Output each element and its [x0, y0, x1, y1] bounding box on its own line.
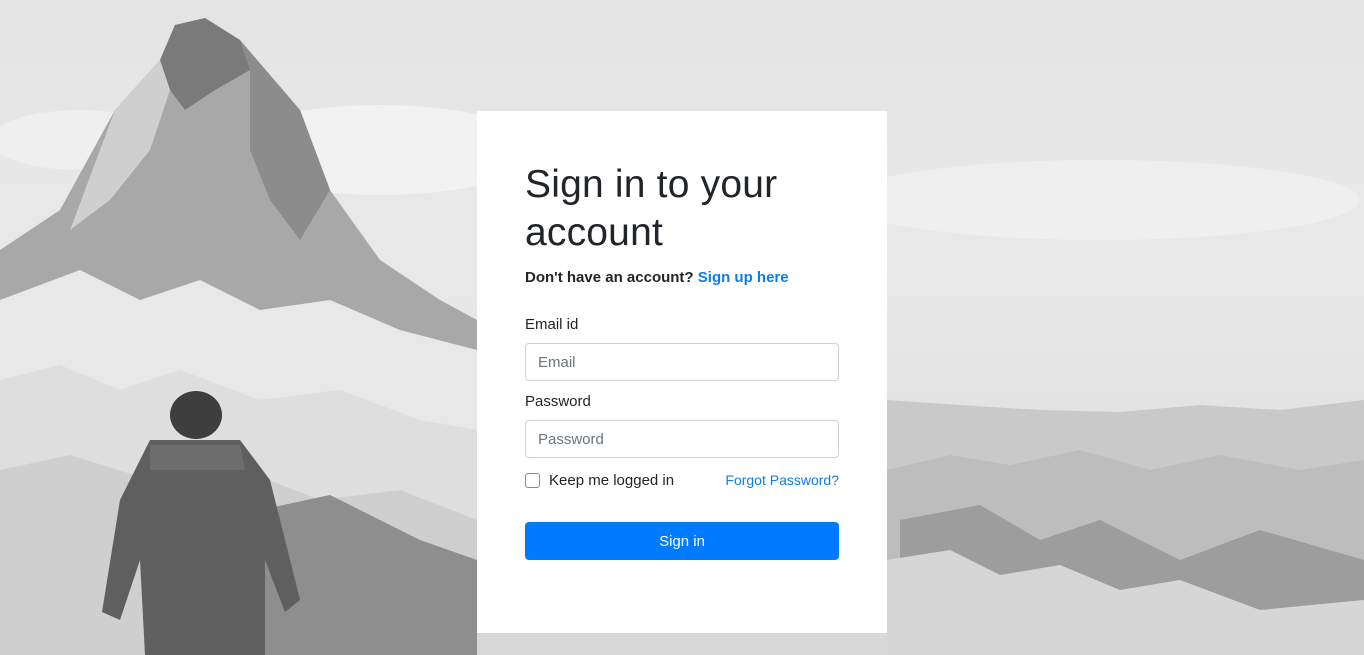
password-field[interactable] — [525, 420, 839, 458]
sign-in-button[interactable]: Sign in — [525, 522, 839, 560]
keep-logged-in[interactable]: Keep me logged in — [525, 472, 674, 489]
keep-logged-in-label: Keep me logged in — [549, 471, 675, 489]
forgot-password-link[interactable]: Forgot Password? — [725, 472, 839, 488]
keep-logged-in-checkbox[interactable] — [525, 472, 540, 488]
signup-prompt: Don't have an account? Sign up here — [525, 269, 839, 286]
email-field[interactable] — [525, 343, 839, 381]
login-card: Sign in to your account Don't have an ac… — [477, 111, 887, 633]
email-label: Email id — [525, 316, 579, 333]
password-label: Password — [525, 393, 591, 410]
signup-prompt-text: Don't have an account? — [525, 269, 694, 286]
page-title: Sign in to your account — [525, 163, 778, 254]
signup-link[interactable]: Sign up here — [698, 269, 789, 286]
options-row: Keep me logged in Forgot Password? — [525, 470, 839, 490]
